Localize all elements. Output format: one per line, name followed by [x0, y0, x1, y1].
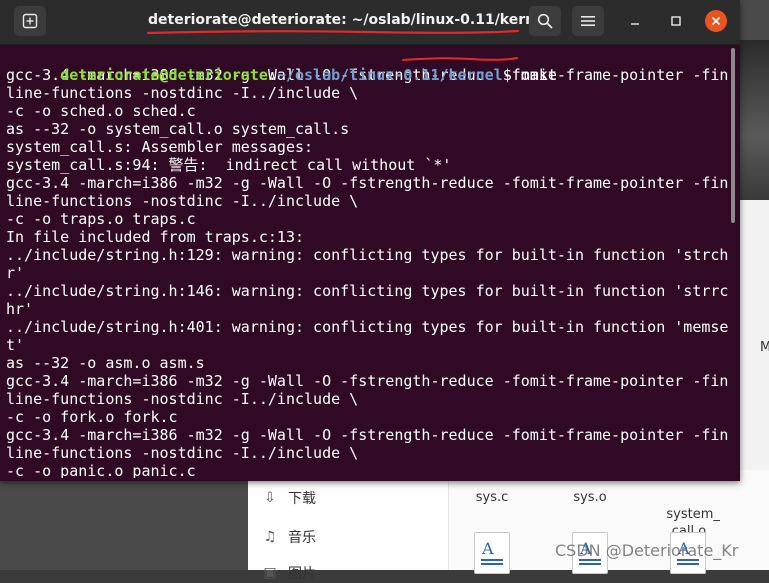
output-line: t': [6, 336, 25, 354]
output-line: ../include/string.h:129: warning: confli…: [6, 246, 729, 264]
sidebar-item-label: 音乐: [288, 530, 316, 546]
output-line: ../include/string.h:401: warning: confli…: [6, 318, 729, 336]
output-line: -c -o panic.o panic.c: [6, 462, 196, 478]
minimize-button[interactable]: [625, 11, 645, 31]
terminal-output[interactable]: deteriorate@deteriorate:~/oslab/linux-0.…: [6, 48, 730, 478]
output-lines: gcc-3.4 -march=i386 -m32 -g -Wall -O -fs…: [6, 66, 730, 478]
hamburger-menu-icon: [581, 16, 595, 26]
output-line: hr': [6, 300, 34, 318]
output-line: ../include/string.h:146: warning: confli…: [6, 282, 729, 300]
window-title: deteriorate@deteriorate: ~/oslab/linux-0…: [148, 12, 550, 28]
sidebar-item-pictures[interactable]: ▣ 图片: [262, 563, 316, 583]
output-line: gcc-3.4 -march=i386 -m32 -g -Wall -O -fs…: [6, 426, 729, 444]
pictures-icon: ▣: [263, 565, 277, 581]
output-line: line-functions -nostdinc -I../include \: [6, 192, 359, 210]
title-bar: deteriorate@deteriorate: ~/oslab/linux-0…: [0, 0, 740, 45]
output-line: line-functions -nostdinc -I../include \: [6, 390, 359, 408]
sidebar-item-downloads[interactable]: ⇩ 下载: [262, 488, 316, 508]
close-button[interactable]: [705, 10, 727, 32]
file-name: sys.o: [573, 490, 607, 505]
maximize-button[interactable]: [666, 11, 686, 31]
desktop-wallpaper: [738, 40, 769, 200]
text-file-icon[interactable]: [474, 532, 510, 574]
prompt-symbol: $: [502, 66, 521, 84]
maximize-icon: [671, 16, 681, 26]
title-annotation-underline: [146, 29, 520, 35]
new-tab-button[interactable]: [14, 6, 46, 36]
prompt-line: deteriorate@deteriorate:~/oslab/linux-0.…: [6, 48, 730, 84]
prompt-user: deteriorate@deteriorate: [60, 66, 268, 84]
menu-button[interactable]: [572, 6, 604, 36]
output-line: In file included from traps.c:13:: [6, 228, 305, 246]
sidebar-item-music[interactable]: ♫ 音乐: [262, 527, 316, 547]
output-line: -c -o sched.o sched.c: [6, 102, 196, 120]
output-line: line-functions -nostdinc -I../include \: [6, 84, 359, 102]
watermark: CSDN @Deteriorate_Kr: [555, 541, 739, 560]
terminal-window: deteriorate@deteriorate: ~/oslab/linux-0…: [0, 0, 740, 481]
output-line: -c -o traps.o traps.c: [6, 210, 196, 228]
file-manager-sidebar: [248, 470, 449, 570]
minimize-icon: [631, 23, 639, 25]
output-line: gcc-3.4 -march=i386 -m32 -g -Wall -O -fs…: [6, 372, 729, 390]
sidebar-item-label: 下载: [288, 491, 316, 507]
partial-file-label: M: [760, 340, 769, 355]
output-line: as --32 -o system_call.o system_call.s: [6, 120, 350, 138]
output-line: r': [6, 264, 25, 282]
new-tab-icon: [22, 13, 38, 29]
terminal-scrollbar[interactable]: [731, 48, 735, 223]
prompt-path: ~/oslab/linux-0.11/kernel: [276, 66, 503, 84]
output-line: system_call.s:94: 警告: indirect call with…: [6, 156, 452, 174]
sidebar-item-label: 图片: [288, 566, 316, 582]
close-icon: [711, 16, 721, 26]
file-item-sys-c[interactable]: sys.c: [452, 489, 532, 506]
output-line: as --32 -o asm.o asm.s: [6, 354, 205, 372]
file-item-sys-o[interactable]: sys.o: [550, 489, 630, 506]
output-line: line-functions -nostdinc -I../include \: [6, 444, 359, 462]
command-annotation-underline: [402, 57, 518, 61]
search-button[interactable]: [529, 6, 561, 36]
output-line: system_call.s: Assembler messages:: [6, 138, 314, 156]
search-icon: [537, 13, 553, 29]
file-name: sys.c: [475, 490, 509, 505]
download-icon: ⇩: [264, 490, 276, 506]
prompt-colon: :: [267, 66, 277, 84]
output-line: -c -o fork.o fork.c: [6, 408, 178, 426]
music-icon: ♫: [263, 529, 277, 545]
command-text: make: [520, 66, 557, 84]
output-line: gcc-3.4 -march=i386 -m32 -g -Wall -O -fs…: [6, 174, 729, 192]
